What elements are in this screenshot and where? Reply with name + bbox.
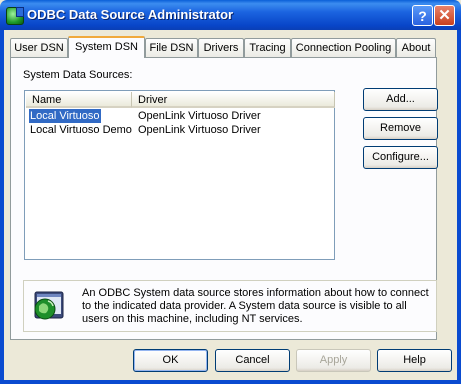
cancel-button[interactable]: Cancel: [215, 349, 290, 372]
tab-tracing[interactable]: Tracing: [244, 38, 291, 57]
title-bar: ODBC Data Source Administrator ? ✕: [0, 0, 461, 30]
help-caption-button[interactable]: ?: [412, 5, 433, 26]
list-row[interactable]: Local Virtuoso Demo OpenLink Virtuoso Dr…: [26, 123, 333, 137]
remove-button[interactable]: Remove: [363, 117, 438, 140]
tab-drivers[interactable]: Drivers: [198, 38, 244, 57]
info-description: An ODBC System data source stores inform…: [82, 287, 429, 325]
ok-button[interactable]: OK: [133, 349, 208, 372]
list-header: Name Driver: [26, 92, 335, 108]
row-driver: OpenLink Virtuoso Driver: [138, 110, 261, 122]
odbc-app-icon: [6, 7, 24, 25]
tab-system-dsn[interactable]: System DSN: [68, 36, 145, 58]
tab-file-dsn[interactable]: File DSN: [145, 38, 198, 57]
help-button[interactable]: Help: [377, 349, 452, 372]
close-button[interactable]: ✕: [434, 5, 455, 26]
column-header-name[interactable]: Name: [26, 92, 132, 108]
row-driver: OpenLink Virtuoso Driver: [138, 124, 261, 136]
apply-button: Apply: [296, 349, 371, 372]
tab-connection-pooling[interactable]: Connection Pooling: [291, 38, 396, 57]
add-button[interactable]: Add...: [363, 88, 438, 111]
window-title: ODBC Data Source Administrator: [27, 7, 234, 22]
odbc-globe-icon: [34, 291, 64, 320]
system-data-sources-label: System Data Sources:: [23, 69, 133, 81]
column-header-driver[interactable]: Driver: [132, 92, 335, 108]
tab-about[interactable]: About: [396, 38, 436, 57]
row-name[interactable]: Local Virtuoso Demo: [30, 123, 132, 137]
tab-user-dsn[interactable]: User DSN: [10, 38, 68, 57]
configure-button[interactable]: Configure...: [363, 146, 438, 169]
row-name[interactable]: Local Virtuoso: [28, 108, 102, 124]
data-sources-list[interactable]: Name Driver Local Virtuoso OpenLink Virt…: [24, 90, 335, 260]
list-row[interactable]: Local Virtuoso OpenLink Virtuoso Driver: [26, 108, 333, 124]
